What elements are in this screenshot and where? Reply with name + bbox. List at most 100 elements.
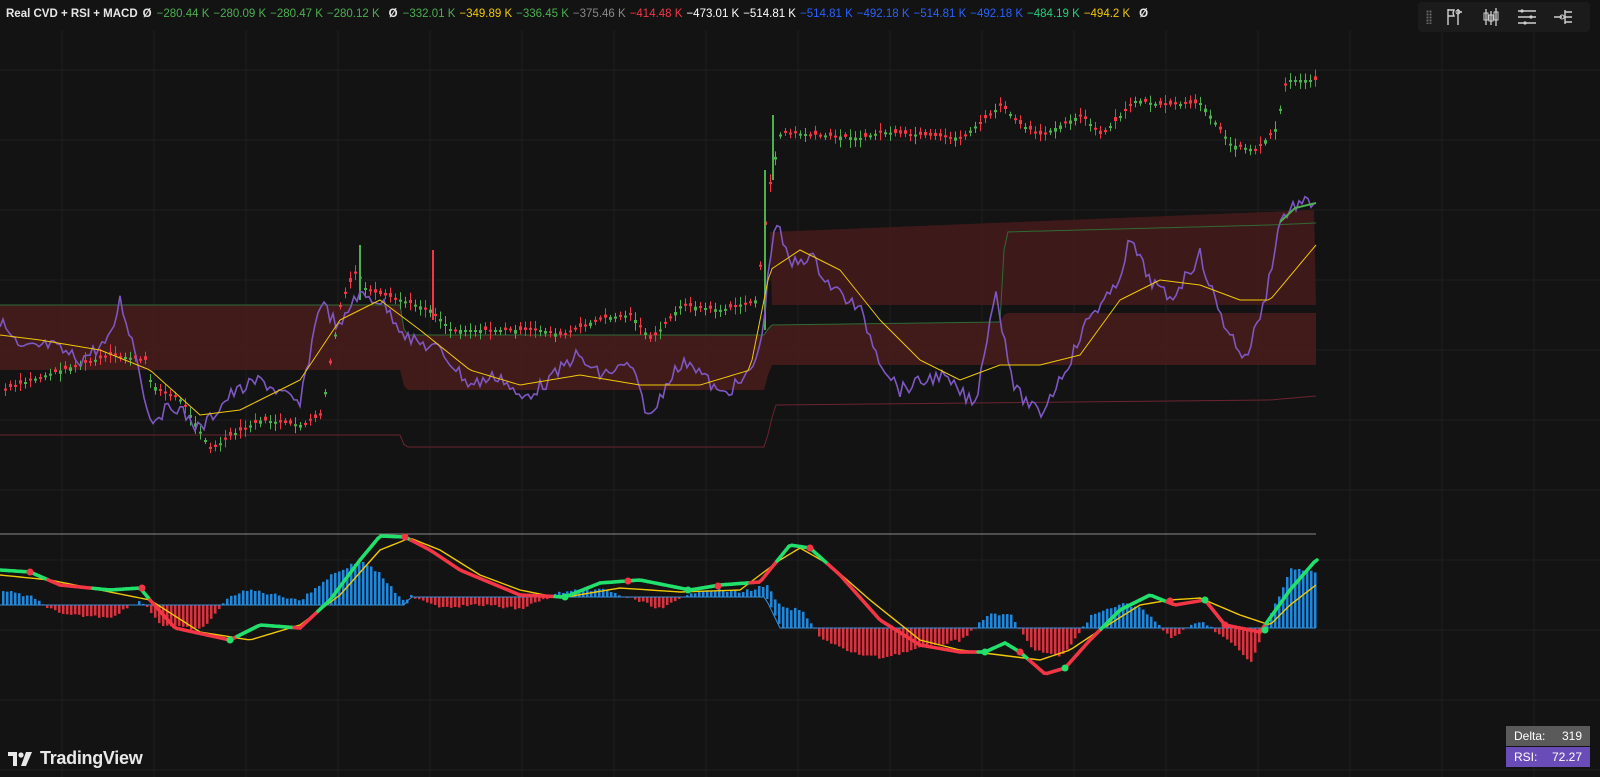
macd-histogram-bar (26, 595, 29, 605)
candle-body (944, 135, 947, 138)
candle-body (834, 135, 837, 138)
horizontal-lines-icon[interactable] (1514, 4, 1540, 30)
legend-value: −414.48 K (629, 8, 683, 20)
drawing-toolbar (1418, 2, 1590, 32)
candle-body (219, 443, 222, 446)
candle-body (159, 389, 162, 392)
macd-cross-dot (1221, 621, 1229, 629)
candle-body (1134, 101, 1137, 103)
candle-body (334, 334, 337, 337)
candle-body (89, 360, 92, 363)
candle-body (154, 387, 157, 391)
flag-marker-icon[interactable] (1442, 4, 1468, 30)
macd-histogram-bar (934, 628, 937, 645)
candle-body (1044, 132, 1047, 135)
macd-histogram-bar (994, 613, 997, 628)
macd-histogram-bar (38, 600, 41, 605)
macd-histogram-bar (962, 628, 965, 638)
candle-body (389, 293, 392, 297)
macd-histogram-bar (1242, 628, 1245, 656)
macd-histogram-bar (398, 596, 401, 605)
macd-histogram-bar (662, 597, 665, 609)
candle-body (524, 327, 527, 330)
macd-histogram-bar (946, 628, 949, 644)
candle-body (769, 182, 772, 185)
candle-body (509, 328, 512, 331)
macd-histogram-bar (950, 628, 953, 641)
macd-histogram-bar (1166, 628, 1169, 634)
candle-body (1239, 144, 1242, 147)
candle-body (4, 388, 7, 391)
candle-body (1309, 80, 1312, 82)
macd-histogram-bar (674, 597, 677, 602)
macd-histogram-bar (98, 605, 101, 618)
candle-body (1234, 145, 1237, 150)
macd-histogram-bar (494, 597, 497, 606)
macd-histogram-bar (850, 628, 853, 653)
macd-histogram-bar (306, 593, 309, 605)
candle-body (469, 330, 472, 333)
candle-body (129, 357, 132, 360)
macd-histogram-bar (1098, 612, 1101, 628)
macd-histogram-bar (1246, 628, 1249, 660)
candle-body (444, 324, 447, 326)
macd-histogram-bar (1026, 628, 1029, 641)
candle-body (914, 134, 917, 137)
macd-cross-dot (561, 593, 569, 601)
macd-histogram-bar (1066, 628, 1069, 650)
macd-histogram-bar (802, 611, 805, 628)
indicator-name[interactable]: Real CVD + RSI + MACD (6, 8, 138, 20)
candle-body (854, 137, 857, 141)
tradingview-logo[interactable]: TradingView (8, 748, 143, 769)
macd-histogram-bar (1286, 577, 1289, 628)
candle-body (1164, 103, 1167, 106)
macd-histogram-bar (1294, 569, 1297, 628)
macd-histogram-bar (486, 597, 489, 605)
candle-body (139, 358, 142, 361)
rsi-badge: RSI: 72.27 (1506, 747, 1590, 767)
macd-histogram-bar (114, 605, 117, 616)
candle-body (34, 378, 37, 381)
candle-body (934, 132, 937, 137)
macd-histogram-bar (1146, 614, 1149, 628)
macd-histogram-bar (1050, 628, 1053, 654)
macd-histogram-bar (958, 628, 961, 642)
macd-histogram-bar (6, 591, 9, 605)
macd-histogram-bar (822, 628, 825, 640)
candle-body (939, 133, 942, 137)
macd-histogram-bar (102, 605, 105, 617)
macd-histogram-bar (990, 613, 993, 628)
candle-body (789, 132, 792, 135)
macd-histogram-bar (282, 597, 285, 605)
candle-body (1019, 120, 1022, 124)
macd-histogram-bar (798, 610, 801, 628)
candle-body (1299, 80, 1302, 83)
macd-histogram-bar (998, 615, 1001, 628)
arrow-lines-icon[interactable] (1550, 4, 1576, 30)
macd-cross-dot (26, 568, 34, 576)
macd-histogram-bar (742, 591, 745, 597)
candle-body (819, 134, 822, 137)
candle-body (1249, 148, 1252, 152)
candle-body (609, 317, 612, 320)
candle-body (784, 130, 787, 133)
candle-body (544, 331, 547, 334)
macd-histogram-bar (318, 585, 321, 605)
candle-body (1149, 102, 1152, 105)
candle-body (489, 329, 492, 332)
candlestick-icon[interactable] (1478, 4, 1504, 30)
candle-body (519, 326, 522, 330)
candle-body (1259, 144, 1262, 147)
macd-cross-dot (1261, 626, 1269, 634)
candle-body (649, 335, 652, 339)
macd-histogram-bar (1150, 616, 1153, 628)
candle-body (394, 297, 397, 300)
drag-handle-icon[interactable] (1426, 10, 1432, 24)
macd-histogram-bar (482, 597, 485, 607)
candle-body (1194, 99, 1197, 104)
macd-histogram-bar (194, 605, 197, 629)
macd-histogram-bar (286, 598, 289, 605)
macd-histogram-bar (1090, 614, 1093, 628)
chart-canvas[interactable] (0, 0, 1600, 777)
candle-body (69, 367, 72, 371)
